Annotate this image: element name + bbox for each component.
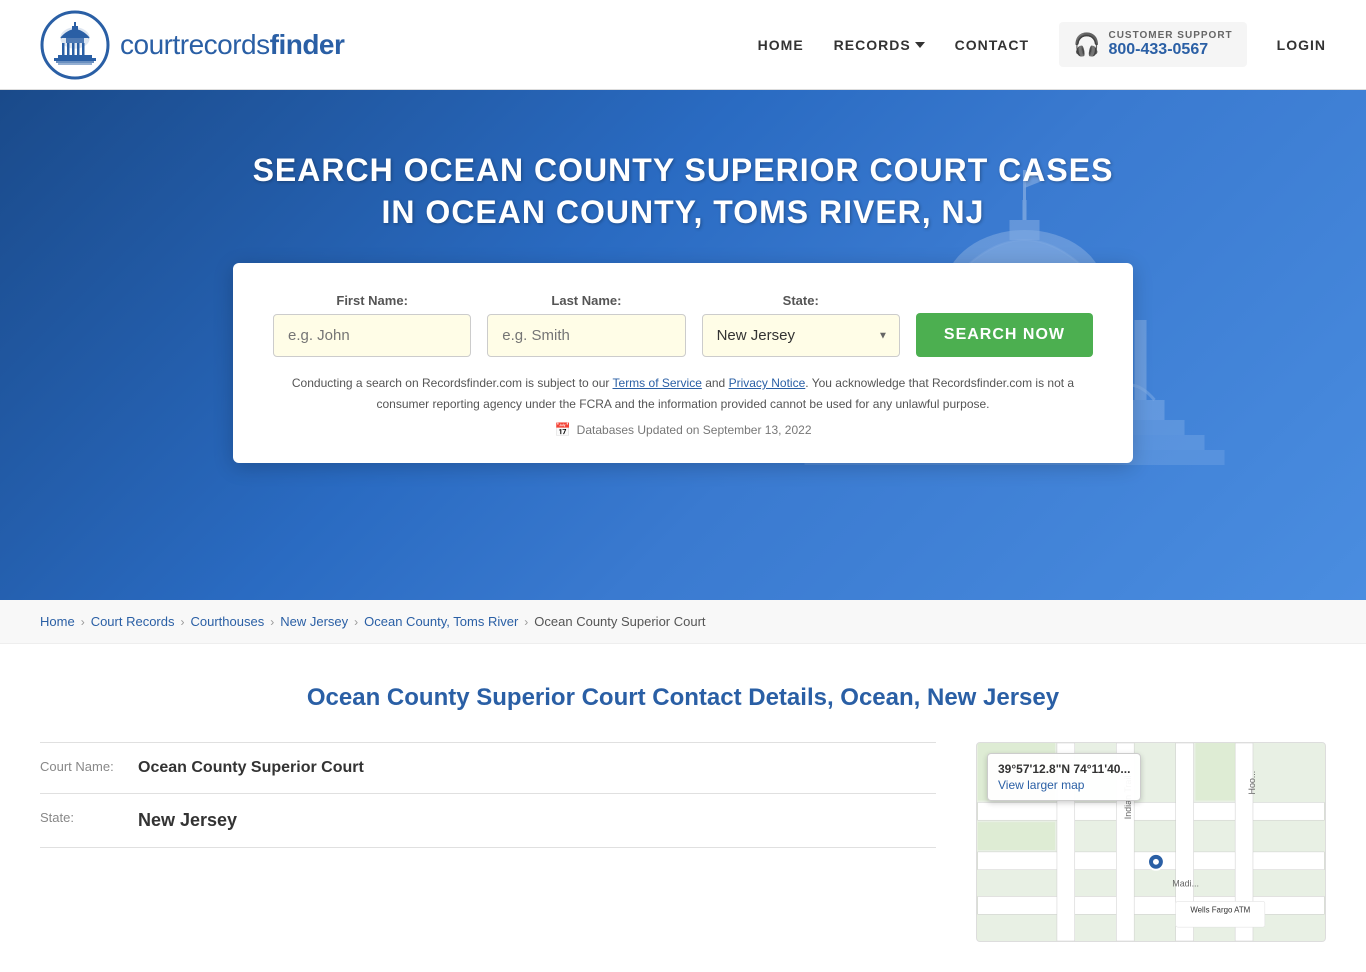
state-row: State: New Jersey [40, 794, 936, 848]
headset-icon: 🎧 [1073, 32, 1100, 58]
svg-text:Hoo...: Hoo... [1247, 771, 1257, 795]
state-detail-label: State: [40, 810, 130, 825]
breadcrumb-sep-3: › [270, 615, 274, 629]
customer-support-block[interactable]: 🎧 CUSTOMER SUPPORT 800-433-0567 [1059, 22, 1247, 67]
section-title: Ocean County Superior Court Contact Deta… [40, 684, 1326, 712]
breadcrumb-sep-4: › [354, 615, 358, 629]
logo[interactable]: courtrecordsfinder [40, 10, 344, 80]
search-fields: First Name: Last Name: State: AlabamaAla… [273, 293, 1093, 357]
nav-home[interactable]: HOME [758, 37, 804, 53]
search-card: First Name: Last Name: State: AlabamaAla… [233, 263, 1133, 463]
state-group: State: AlabamaAlaskaArizonaArkansasCalif… [702, 293, 900, 357]
db-updated: 📅 Databases Updated on September 13, 202… [273, 422, 1093, 438]
breadcrumb-sep-1: › [81, 615, 85, 629]
svg-text:Madi...: Madi... [1172, 879, 1199, 889]
map-container: 39°57'12.8"N 74°11'40... View larger map [976, 742, 1326, 942]
support-text: CUSTOMER SUPPORT 800-433-0567 [1108, 30, 1232, 59]
court-name-label: Court Name: [40, 759, 130, 774]
search-notice: Conducting a search on Recordsfinder.com… [273, 373, 1093, 414]
support-label: CUSTOMER SUPPORT [1108, 30, 1232, 41]
logo-text: courtrecordsfinder [120, 29, 344, 61]
page-title: SEARCH OCEAN COUNTY SUPERIOR COURT CASES… [233, 150, 1133, 233]
court-name-value: Ocean County Superior Court [138, 759, 364, 777]
state-select[interactable]: AlabamaAlaskaArizonaArkansasCaliforniaCo… [702, 314, 900, 357]
breadcrumb-new-jersey[interactable]: New Jersey [280, 614, 348, 629]
details-right: 39°57'12.8"N 74°11'40... View larger map [976, 742, 1326, 942]
details-left: Court Name: Ocean County Superior Court … [40, 742, 936, 848]
hero-section: SEARCH OCEAN COUNTY SUPERIOR COURT CASES… [0, 90, 1366, 600]
chevron-down-icon [915, 42, 925, 48]
logo-icon [40, 10, 110, 80]
search-button[interactable]: SEARCH NOW [916, 313, 1093, 357]
breadcrumb-sep-2: › [181, 615, 185, 629]
first-name-group: First Name: [273, 293, 471, 357]
breadcrumb-ocean-county[interactable]: Ocean County, Toms River [364, 614, 518, 629]
details-grid: Court Name: Ocean County Superior Court … [40, 742, 1326, 942]
nav-login[interactable]: LOGIN [1277, 37, 1326, 53]
terms-of-service-link[interactable]: Terms of Service [613, 376, 702, 390]
last-name-group: Last Name: [487, 293, 685, 357]
breadcrumb-courthouses[interactable]: Courthouses [191, 614, 265, 629]
map-coords: 39°57'12.8"N 74°11'40... [998, 762, 1130, 776]
state-select-wrapper: AlabamaAlaskaArizonaArkansasCaliforniaCo… [702, 314, 900, 357]
content-section: Ocean County Superior Court Contact Deta… [0, 644, 1366, 972]
breadcrumb: Home › Court Records › Courthouses › New… [0, 600, 1366, 644]
state-label: State: [702, 293, 900, 308]
map-label: 39°57'12.8"N 74°11'40... View larger map [987, 753, 1141, 801]
site-header: courtrecordsfinder HOME RECORDS CONTACT … [0, 0, 1366, 90]
support-number: 800-433-0567 [1108, 41, 1232, 59]
main-nav: HOME RECORDS CONTACT 🎧 CUSTOMER SUPPORT … [758, 22, 1326, 67]
last-name-label: Last Name: [487, 293, 685, 308]
breadcrumb-sep-5: › [524, 615, 528, 629]
nav-contact[interactable]: CONTACT [955, 37, 1029, 53]
breadcrumb-home[interactable]: Home [40, 614, 75, 629]
view-larger-map-link[interactable]: View larger map [998, 778, 1130, 792]
breadcrumb-court-records[interactable]: Court Records [91, 614, 175, 629]
svg-text:Wells Fargo ATM: Wells Fargo ATM [1190, 905, 1250, 914]
privacy-notice-link[interactable]: Privacy Notice [729, 376, 806, 390]
first-name-label: First Name: [273, 293, 471, 308]
nav-records[interactable]: RECORDS [834, 37, 925, 53]
breadcrumb-current: Ocean County Superior Court [534, 614, 705, 629]
last-name-input[interactable] [487, 314, 685, 357]
court-name-row: Court Name: Ocean County Superior Court [40, 742, 936, 794]
calendar-icon: 📅 [554, 422, 570, 438]
state-detail-value: New Jersey [138, 810, 237, 831]
first-name-input[interactable] [273, 314, 471, 357]
